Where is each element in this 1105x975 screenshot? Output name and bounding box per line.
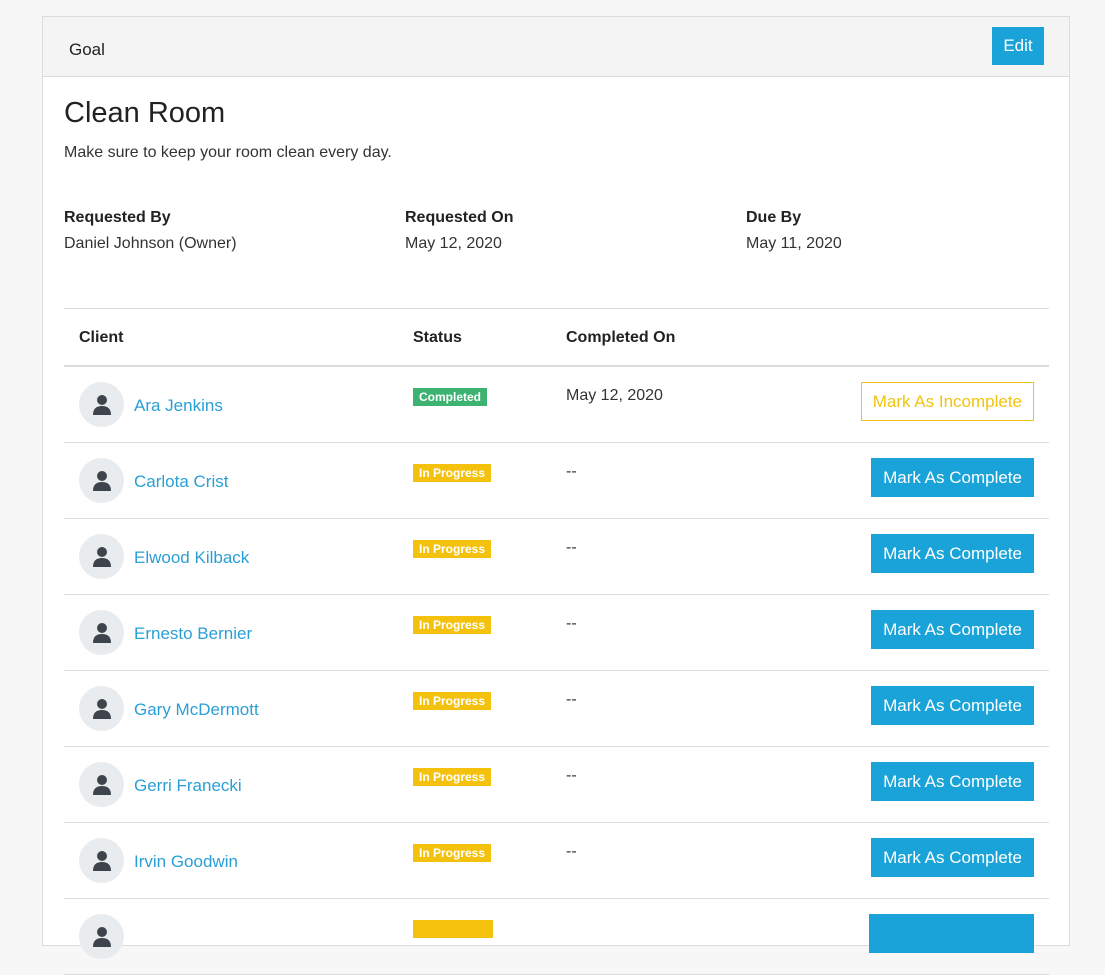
status-badge: In Progress bbox=[413, 844, 492, 862]
table-row: Ernesto Bernier In Progress -- Mark As Comp… bbox=[64, 595, 1049, 671]
client-name-link[interactable]: Gary McDermott bbox=[134, 700, 259, 720]
avatar bbox=[79, 914, 124, 959]
completed-on-value: -- bbox=[566, 539, 577, 556]
table-row: Carlota Crist In Progress -- Mark As Comple… bbox=[64, 443, 1049, 519]
user-icon bbox=[92, 774, 112, 796]
column-header-completed-on: Completed On bbox=[566, 329, 676, 346]
completed-on-value: -- bbox=[566, 691, 577, 708]
mark-complete-button[interactable]: Mark As Complete bbox=[871, 762, 1034, 801]
status-badge bbox=[413, 920, 493, 938]
user-icon bbox=[92, 470, 112, 492]
table-body: Ara Jenkins Completed May 12, 2020 Mark As … bbox=[64, 367, 1049, 975]
status-badge: In Progress bbox=[413, 616, 492, 634]
due-by-label: Due By bbox=[746, 209, 802, 226]
goal-description: Make sure to keep your room clean every … bbox=[64, 144, 392, 161]
completed-on-value: -- bbox=[566, 767, 577, 784]
table-row: Gerri Franecki In Progress -- Mark As Compl… bbox=[64, 747, 1049, 823]
user-icon bbox=[92, 698, 112, 720]
user-icon bbox=[92, 394, 112, 416]
avatar bbox=[79, 686, 124, 731]
status-badge: In Progress bbox=[413, 464, 492, 482]
user-icon bbox=[92, 850, 112, 872]
table-row bbox=[64, 899, 1049, 975]
client-name-link[interactable]: Gerri Franecki bbox=[134, 776, 242, 796]
status-badge: In Progress bbox=[413, 768, 492, 786]
status-badge: Completed bbox=[413, 388, 488, 406]
client-name-link[interactable]: Elwood Kilback bbox=[134, 548, 249, 568]
mark-complete-button[interactable]: Mark As Complete bbox=[871, 838, 1034, 877]
client-name-link[interactable]: Carlota Crist bbox=[134, 472, 228, 492]
table-row: Irvin Goodwin In Progress -- Mark As Comple… bbox=[64, 823, 1049, 899]
requested-on: Requested On May 12, 2020 bbox=[405, 209, 705, 253]
user-icon bbox=[92, 546, 112, 568]
table-row: Elwood Kilback In Progress -- Mark As Compl… bbox=[64, 519, 1049, 595]
avatar bbox=[79, 838, 124, 883]
mark-complete-button[interactable]: Mark As Complete bbox=[871, 686, 1034, 725]
client-name-link[interactable]: Ara Jenkins bbox=[134, 396, 223, 416]
user-icon bbox=[92, 622, 112, 644]
completed-on-value: -- bbox=[566, 463, 577, 480]
table-row: Ara Jenkins Completed May 12, 2020 Mark As … bbox=[64, 367, 1049, 443]
mark-complete-button[interactable] bbox=[869, 914, 1034, 953]
mark-complete-button[interactable]: Mark As Complete bbox=[871, 458, 1034, 497]
goal-title: Clean Room bbox=[64, 97, 226, 129]
goal-card: Goal Edit Clean Room Make sure to keep y… bbox=[42, 16, 1070, 975]
clients-table: Client Status Completed On Ara Jenkins Co… bbox=[64, 308, 1049, 975]
client-name-link[interactable]: Ernesto Bernier bbox=[134, 624, 252, 644]
requested-by-label: Requested By bbox=[64, 209, 171, 226]
client-name-link[interactable]: Irvin Goodwin bbox=[134, 852, 238, 872]
mark-complete-button[interactable]: Mark As Complete bbox=[871, 610, 1034, 649]
mark-complete-button[interactable]: Mark As Complete bbox=[871, 534, 1034, 573]
requested-by-value: Daniel Johnson (Owner) bbox=[64, 235, 237, 252]
column-header-status: Status bbox=[413, 329, 462, 346]
status-badge: In Progress bbox=[413, 540, 492, 558]
completed-on-value: -- bbox=[566, 615, 577, 632]
avatar bbox=[79, 610, 124, 655]
user-icon bbox=[92, 926, 112, 948]
avatar bbox=[79, 534, 124, 579]
requested-on-label: Requested On bbox=[405, 209, 514, 226]
column-header-client: Client bbox=[79, 329, 124, 346]
mark-incomplete-button[interactable]: Mark As Incomplete bbox=[860, 382, 1034, 421]
completed-on-value: May 12, 2020 bbox=[566, 387, 663, 404]
table-row: Gary McDermott In Progress -- Mark As Compl… bbox=[64, 671, 1049, 747]
card-header-title: Goal bbox=[69, 40, 105, 59]
avatar bbox=[79, 458, 124, 503]
table-header: Client Status Completed On bbox=[64, 309, 1049, 367]
completed-on-value: -- bbox=[566, 843, 577, 860]
requested-on-value: May 12, 2020 bbox=[405, 235, 502, 252]
requested-by: Requested By Daniel Johnson (Owner) bbox=[64, 209, 364, 253]
due-by-value: May 11, 2020 bbox=[746, 235, 842, 252]
card-header: Goal Edit bbox=[43, 17, 1069, 77]
avatar bbox=[79, 382, 124, 427]
edit-button[interactable]: Edit bbox=[992, 27, 1044, 65]
due-by: Due By May 11, 2020 bbox=[746, 209, 1046, 253]
status-badge: In Progress bbox=[413, 692, 492, 710]
avatar bbox=[79, 762, 124, 807]
